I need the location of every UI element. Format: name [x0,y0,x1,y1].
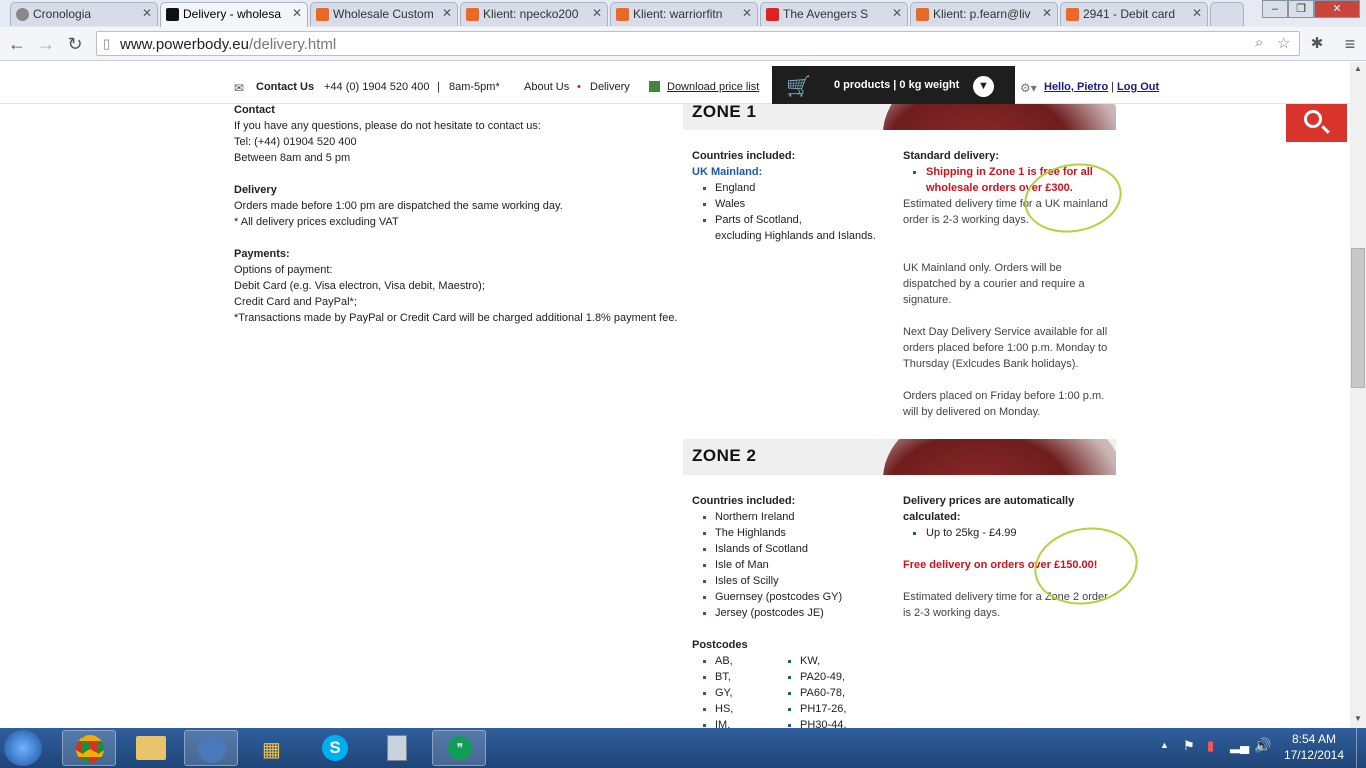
phone-number: +44 (0) 1904 520 400 [324,81,430,93]
back-icon[interactable]: ← [5,32,29,56]
page-content [0,62,1350,728]
globe-image [883,439,1116,475]
magento-icon [616,8,629,21]
volume-icon[interactable]: 🔊 [1254,737,1271,754]
youtube-icon [766,8,779,21]
flag-icon[interactable]: ⚑ [1183,738,1195,754]
close-icon[interactable]: ✕ [592,6,602,20]
new-tab-button[interactable] [1210,2,1244,26]
excel-icon [649,81,660,92]
cart-widget[interactable]: 🛒 0 products | 0 kg weight ▼ [772,66,1015,104]
gear-icon[interactable]: ⚙▾ [1020,81,1037,95]
show-hidden-icons[interactable]: ▲ [1160,740,1169,750]
search-icon[interactable]: ⌕ [1255,34,1263,51]
powerbody-icon [166,8,179,21]
chrome-taskbar-icon[interactable] [62,730,116,766]
site-top-bar: ✉ Contact Us +44 (0) 1904 520 400 | 8am-… [0,62,1350,104]
tab-klient-warrior[interactable]: Klient: warriorfitn ✕ [610,2,758,26]
chrome-icon [76,735,104,763]
close-icon[interactable]: ✕ [892,6,902,20]
browser-tab-bar: Cronologia ✕ Delivery - wholesa ✕ Wholes… [0,0,1366,27]
tab-delivery[interactable]: Delivery - wholesa ✕ [160,2,308,27]
chevron-down-icon[interactable]: ▼ [973,76,994,97]
folder-icon [136,736,166,760]
hangouts-taskbar-icon[interactable]: ❞ [432,730,486,766]
vertical-scrollbar[interactable]: ▲ ▼ [1350,62,1366,728]
close-icon[interactable]: ✕ [742,6,752,20]
thunderbird-icon [198,735,226,763]
network-icon[interactable]: ▂▄ [1230,738,1249,754]
power-icon[interactable]: ▮ [1207,738,1214,754]
reload-icon[interactable]: ↻ [63,32,87,56]
scroll-up-icon[interactable]: ▲ [1354,64,1362,73]
skype-icon: S [322,735,348,761]
logout-link[interactable]: Log Out [1117,81,1159,93]
search-icon [1304,110,1322,128]
about-us-link[interactable]: About Us [524,81,569,93]
contact-title: Contact [234,104,275,116]
tab-avengers[interactable]: The Avengers S ✕ [760,2,908,26]
hello-user-link[interactable]: Hello, Pietro [1044,81,1108,93]
minimize-icon[interactable]: – [1262,0,1288,18]
magento-icon [1066,8,1079,21]
apps-grid-icon: ▦ [262,739,281,761]
skype-taskbar-icon[interactable]: S [308,730,362,766]
restore-icon[interactable]: ❐ [1288,0,1314,18]
magento-icon [916,8,929,21]
zone2-title: ZONE 2 [692,446,757,465]
url-domain: www.powerbody.eu [120,36,249,53]
tab-debit-card[interactable]: 2941 - Debit card ✕ [1060,2,1208,26]
scrollbar-thumb[interactable] [1351,248,1365,388]
clock-time: 8:54 AM [1291,732,1336,746]
cart-summary: 0 products | 0 kg weight [834,79,960,91]
system-clock[interactable]: 8:54 AM 17/12/2014 [1284,731,1344,763]
address-bar[interactable]: ▯ www.powerbody.eu/delivery.html ⌕ ☆ [96,31,1300,56]
cart-icon: 🛒 [786,76,811,98]
download-price-list-link[interactable]: Download price list [667,81,759,93]
bullet-icon: • [577,81,581,93]
delivery-title: Delivery [234,184,277,196]
forward-icon[interactable]: → [34,32,58,56]
url-path: /delivery.html [248,36,337,53]
extension-icon[interactable]: ✱ [1305,32,1329,56]
show-desktop-button[interactable] [1356,728,1366,768]
clock-icon [16,8,29,21]
tab-klient-pfearn[interactable]: Klient: p.fearn@liv ✕ [910,2,1058,26]
hangouts-icon: ❞ [448,736,472,760]
apps-taskbar-icon[interactable]: ▦ [246,730,300,766]
search-button[interactable] [1286,104,1347,142]
zone2-header: ZONE 2 [683,439,1116,475]
thunderbird-taskbar-icon[interactable] [184,730,238,766]
tab-wholesale-custom[interactable]: Wholesale Custom ✕ [310,2,458,26]
close-icon[interactable]: ✕ [142,6,152,20]
zone1-title: ZONE 1 [692,102,757,121]
contact-us-link[interactable]: Contact Us [256,81,314,93]
explorer-taskbar-icon[interactable] [124,730,178,766]
calculator-icon [387,735,407,761]
close-icon[interactable]: ✕ [1192,6,1202,20]
close-icon[interactable]: ✕ [292,6,302,20]
magento-icon [466,8,479,21]
page-icon: ▯ [103,36,111,51]
tab-history[interactable]: Cronologia ✕ [10,2,158,26]
envelope-icon: ✉ [234,81,245,95]
menu-icon[interactable]: ≡ [1338,32,1362,56]
windows-taskbar: ▦ S ❞ ▲ ⚑ ▮ ▂▄ 🔊 8:54 AM 17/12/2014 [0,728,1366,768]
close-icon[interactable]: ✕ [1042,6,1052,20]
payments-title: Payments: [234,248,290,260]
opening-hours: 8am-5pm* [449,81,500,93]
magento-icon [316,8,329,21]
close-icon[interactable]: ✕ [442,6,452,20]
scroll-down-icon[interactable]: ▼ [1354,714,1362,723]
bookmark-star-icon[interactable]: ☆ [1277,34,1290,52]
start-button[interactable] [4,730,42,766]
tab-klient-npecko[interactable]: Klient: npecko200 ✕ [460,2,608,26]
calculator-taskbar-icon[interactable] [370,730,424,766]
clock-date: 17/12/2014 [1283,748,1344,762]
close-window-icon[interactable]: ✕ [1314,0,1360,18]
delivery-link[interactable]: Delivery [590,81,630,93]
